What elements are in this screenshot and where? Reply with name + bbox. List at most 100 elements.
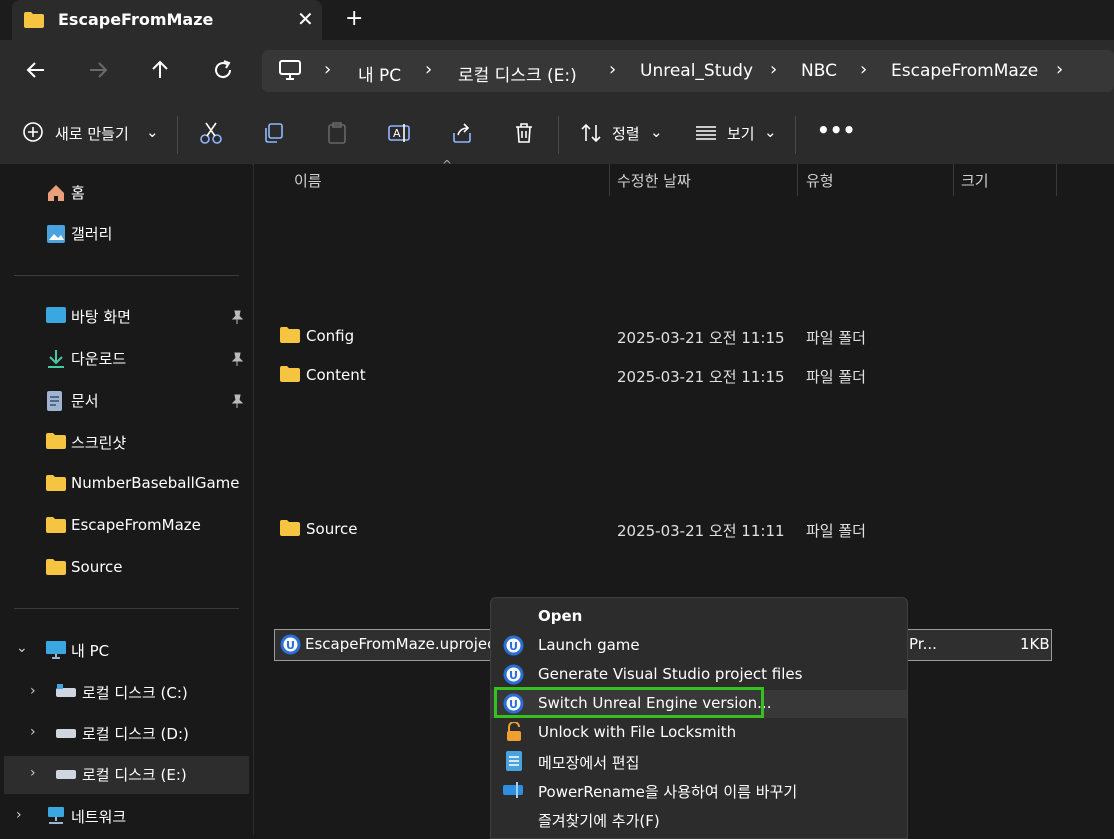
chevron-down-icon[interactable]: ⌄ bbox=[146, 123, 159, 141]
unreal-engine-icon: U bbox=[503, 664, 524, 689]
sidebar-item-label: 네트워크 bbox=[71, 808, 127, 826]
chevron-right-icon[interactable]: › bbox=[16, 807, 22, 823]
breadcrumb-this-pc[interactable]: 내 PC bbox=[358, 61, 401, 86]
file-row-source[interactable]: Source 2025-03-21 오전 11:11 파일 폴더 bbox=[254, 515, 1114, 545]
menu-item-open[interactable]: Open bbox=[491, 603, 907, 631]
menu-item-add-favorites[interactable]: 즐겨찾기에 추가(F) bbox=[491, 806, 907, 834]
sidebar-item-network[interactable]: › 네트워크 bbox=[0, 798, 252, 836]
pin-icon[interactable] bbox=[230, 393, 244, 412]
column-header-name[interactable]: 이름 bbox=[294, 170, 322, 191]
menu-item-launch-game[interactable]: U Launch game bbox=[491, 632, 907, 660]
more-options-icon[interactable]: ••• bbox=[817, 118, 855, 142]
chevron-right-icon[interactable]: › bbox=[30, 683, 36, 699]
drive-icon bbox=[56, 724, 76, 743]
unreal-engine-icon: U bbox=[280, 634, 301, 659]
sort-icon[interactable] bbox=[580, 121, 604, 149]
forward-icon[interactable] bbox=[86, 58, 112, 84]
menu-item-generate-vs-project[interactable]: U Generate Visual Studio project files bbox=[491, 661, 907, 689]
sidebar-item-this-pc[interactable]: ⌄ 내 PC bbox=[0, 632, 252, 670]
up-icon[interactable] bbox=[148, 58, 174, 84]
file-name: Config bbox=[306, 327, 355, 345]
monitor-icon bbox=[278, 59, 302, 85]
svg-text:U: U bbox=[509, 640, 518, 653]
pin-icon[interactable] bbox=[230, 351, 244, 370]
breadcrumb-nbc[interactable]: NBC bbox=[801, 61, 837, 81]
file-date: 2025-03-21 오전 11:11 bbox=[617, 522, 785, 540]
sidebar-item-documents[interactable]: 문서 bbox=[0, 382, 252, 420]
file-size: 1KB bbox=[1020, 635, 1050, 653]
sidebar-item-drive-d[interactable]: › 로컬 디스크 (D:) bbox=[0, 715, 252, 753]
sidebar-item-label: 바탕 화면 bbox=[71, 308, 131, 326]
sidebar-item-home[interactable]: 홈 bbox=[0, 174, 252, 212]
column-header-type[interactable]: 유형 bbox=[806, 170, 834, 191]
sidebar-divider bbox=[14, 275, 239, 276]
column-header-size[interactable]: 크기 bbox=[961, 170, 989, 191]
rename-icon[interactable]: A bbox=[387, 121, 411, 149]
powerrename-icon bbox=[503, 780, 525, 804]
sidebar-item-drive-e[interactable]: › 로컬 디스크 (E:) bbox=[4, 756, 249, 794]
breadcrumb-separator: › bbox=[609, 59, 617, 80]
copy-icon[interactable] bbox=[262, 121, 286, 149]
folder-icon bbox=[280, 520, 300, 540]
paste-icon[interactable] bbox=[325, 121, 349, 149]
sort-button[interactable]: 정렬 bbox=[612, 123, 640, 144]
column-divider[interactable] bbox=[953, 164, 954, 196]
sidebar-item-downloads[interactable]: 다운로드 bbox=[0, 340, 252, 378]
cut-icon[interactable] bbox=[199, 121, 223, 149]
menu-item-powerrename[interactable]: PowerRename을 사용하여 이름 바꾸기 bbox=[491, 777, 907, 805]
back-icon[interactable] bbox=[24, 58, 50, 84]
new-tab-icon[interactable]: + bbox=[345, 6, 363, 31]
sidebar-divider bbox=[14, 608, 239, 609]
plus-circle-icon[interactable] bbox=[22, 121, 44, 147]
refresh-icon[interactable] bbox=[211, 58, 237, 84]
file-row-config[interactable]: Config 2025-03-21 오전 11:15 파일 폴더 bbox=[254, 322, 1114, 352]
sidebar-item-drive-c[interactable]: › 로컬 디스크 (C:) bbox=[0, 674, 252, 712]
chevron-down-icon[interactable]: ⌄ bbox=[650, 123, 663, 141]
navigation-pane: 홈 갤러리 바탕 화면 다운로드 문서 스크린샷 NumberBaseballG… bbox=[0, 164, 252, 835]
file-date: 2025-03-21 오전 11:15 bbox=[617, 368, 785, 386]
folder-icon bbox=[46, 559, 66, 579]
close-icon[interactable]: ✕ bbox=[297, 7, 314, 31]
breadcrumb-separator: › bbox=[324, 59, 332, 80]
chevron-down-icon[interactable]: ⌄ bbox=[764, 123, 777, 141]
menu-item-unlock-locksmith[interactable]: Unlock with File Locksmith bbox=[491, 719, 907, 747]
chevron-right-icon[interactable]: › bbox=[30, 765, 36, 781]
tab-escapefrommaze[interactable]: EscapeFromMaze ✕ bbox=[12, 0, 322, 40]
sidebar-item-label: 로컬 디스크 (E:) bbox=[82, 766, 187, 784]
pin-icon[interactable] bbox=[230, 309, 244, 328]
home-icon bbox=[46, 183, 66, 207]
sidebar-item-label: 다운로드 bbox=[71, 350, 127, 368]
lock-icon bbox=[505, 721, 523, 746]
sidebar-item-escapefrommaze[interactable]: EscapeFromMaze bbox=[0, 508, 252, 546]
menu-item-edit-notepad[interactable]: 메모장에서 편집 bbox=[491, 748, 907, 776]
breadcrumb-separator: › bbox=[1056, 59, 1064, 80]
document-icon bbox=[46, 391, 64, 415]
chevron-right-icon[interactable]: › bbox=[30, 724, 36, 740]
file-name: Source bbox=[306, 520, 358, 538]
view-list-icon[interactable] bbox=[694, 121, 718, 149]
folder-icon bbox=[46, 517, 66, 537]
column-divider[interactable] bbox=[797, 164, 798, 196]
share-icon[interactable] bbox=[450, 121, 474, 149]
sidebar-item-numberbaseballgame[interactable]: NumberBaseballGame bbox=[0, 466, 252, 504]
command-toolbar: 새로 만들기 ⌄ A 정렬 ⌄ 보기 ⌄ ••• bbox=[0, 102, 1114, 165]
chevron-down-icon[interactable]: ⌄ bbox=[16, 640, 28, 656]
file-row-content[interactable]: Content 2025-03-21 오전 11:15 파일 폴더 bbox=[254, 361, 1114, 391]
address-bar[interactable]: › 내 PC › 로컬 디스크 (E:) › Unreal_Study › NB… bbox=[262, 50, 1114, 92]
breadcrumb-drive-e[interactable]: 로컬 디스크 (E:) bbox=[458, 61, 577, 86]
sidebar-item-gallery[interactable]: 갤러리 bbox=[0, 215, 252, 253]
column-divider[interactable] bbox=[609, 164, 610, 196]
column-divider[interactable] bbox=[1056, 164, 1057, 196]
sidebar-item-screenshots[interactable]: 스크린샷 bbox=[0, 424, 252, 462]
folder-icon bbox=[24, 12, 44, 32]
column-header-date[interactable]: 수정한 날짜 bbox=[617, 170, 691, 191]
breadcrumb-unreal-study[interactable]: Unreal_Study bbox=[640, 61, 753, 81]
sidebar-item-desktop[interactable]: 바탕 화면 bbox=[0, 298, 252, 336]
delete-icon[interactable] bbox=[512, 121, 536, 149]
breadcrumb-escapefrommaze[interactable]: EscapeFromMaze bbox=[891, 61, 1038, 81]
folder-icon bbox=[280, 327, 300, 347]
new-button[interactable]: 새로 만들기 bbox=[55, 123, 129, 144]
sidebar-item-label: 갤러리 bbox=[71, 225, 113, 243]
sidebar-item-source[interactable]: Source bbox=[0, 550, 252, 588]
view-button[interactable]: 보기 bbox=[727, 123, 755, 144]
